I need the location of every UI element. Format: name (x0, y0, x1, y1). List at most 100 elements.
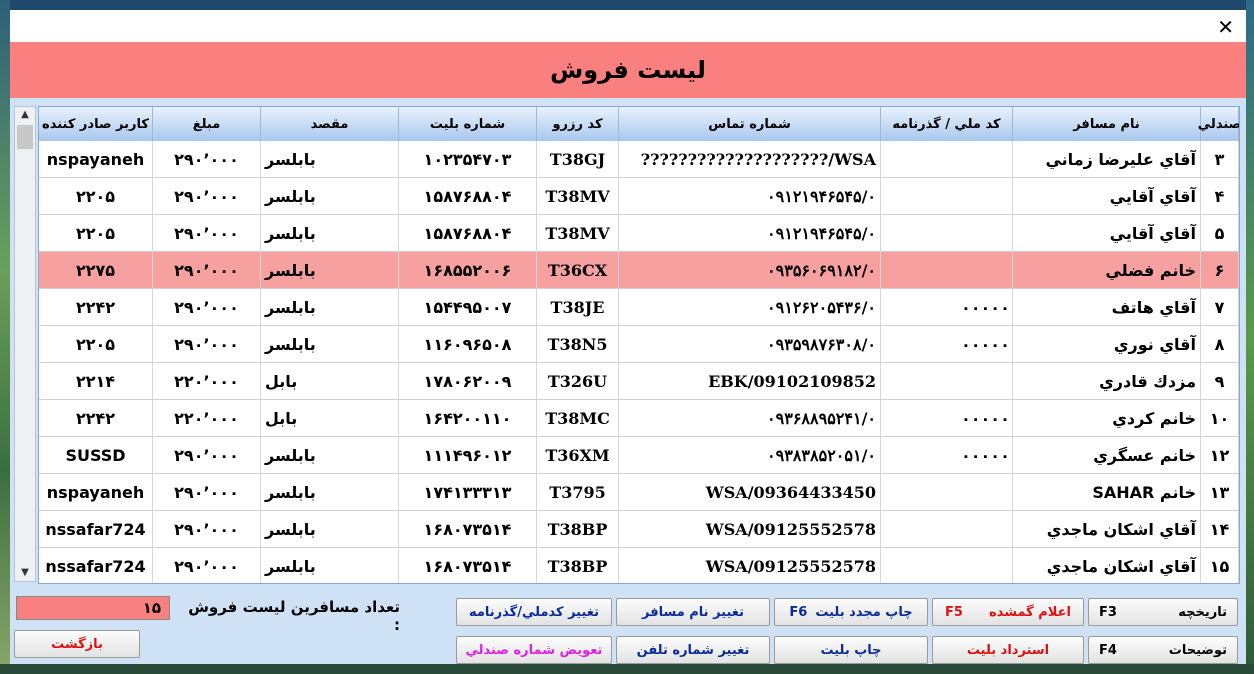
row-seat: ۱۴ (1201, 511, 1239, 547)
row-destination: بابلسر (261, 511, 399, 547)
table-row[interactable]: ۲۲۱۴ ۲۲۰٬۰۰۰ بابل ۱۷۸۰۶۲۰۰۹ T326U EBK/0910210… (39, 363, 1239, 400)
row-seat: ۱۰ (1201, 400, 1239, 436)
row-ticket-number: ۱۵۸۷۶۸۸۰۴ (399, 178, 537, 214)
row-reservation-code: T38MV (537, 178, 619, 214)
row-reservation-code: T38BP (537, 548, 619, 583)
col-header-seat[interactable]: صندلي (1198, 107, 1239, 141)
row-amount: ۲۲۰٬۰۰۰ (153, 363, 261, 399)
row-national-id: ۰۰۰۰۰ (881, 289, 1013, 325)
row-issuer: nssafar724 (39, 548, 153, 583)
row-ticket-number: ۱۱۱۴۹۶۰۱۲ (399, 437, 537, 473)
row-ticket-number: ۱۶۸۰۷۳۵۱۴ (399, 548, 537, 583)
row-national-id (881, 252, 1013, 288)
change-name-button[interactable]: تغيير نام مسافر (616, 598, 770, 626)
table-row[interactable]: SUSSD ۲۹۰٬۰۰۰ بابلسر ۱۱۱۴۹۶۰۱۲ T36XM ۰۹۳۸۳۸۵۲… (39, 437, 1239, 474)
table-row[interactable]: nssafar724 ۲۹۰٬۰۰۰ بابلسر ۱۶۸۰۷۳۵۱۴ T38BP WSA… (39, 511, 1239, 548)
row-issuer: ۲۲۷۵ (39, 252, 153, 288)
change-national-id-button[interactable]: تغيير کدملي/گذرنامه (456, 598, 612, 626)
col-header-national-id[interactable]: کد ملي / گذرنامه (881, 107, 1013, 141)
table-row[interactable]: ۲۲۰۵ ۲۹۰٬۰۰۰ بابلسر ۱۱۶۰۹۶۵۰۸ T38N5 ۰۹۳۵۹۸۷۶۳… (39, 326, 1239, 363)
row-ticket-number: ۱۶۸۵۵۲۰۰۶ (399, 252, 537, 288)
row-destination: بابلسر (261, 252, 399, 288)
back-button[interactable]: بازگشت (14, 630, 140, 658)
row-reservation-code: T38BP (537, 511, 619, 547)
row-issuer: ۲۲۴۲ (39, 400, 153, 436)
scroll-up-icon[interactable]: ▲ (15, 107, 35, 123)
reprint-ticket-button[interactable]: چاپ مجدد بليت F6 (774, 598, 928, 626)
row-national-id (881, 215, 1013, 251)
refund-ticket-button[interactable]: استرداد بليت (932, 636, 1084, 664)
row-phone: WSA/09125552578 (619, 548, 881, 583)
scroll-thumb[interactable] (17, 125, 33, 149)
row-reservation-code: T38JE (537, 289, 619, 325)
row-destination: بابلسر (261, 326, 399, 362)
row-passenger-name: مزدك قادري (1013, 363, 1201, 399)
col-header-destination[interactable]: مقصد (261, 107, 399, 141)
table-row[interactable]: ۲۲۷۵ ۲۹۰٬۰۰۰ بابلسر ۱۶۸۵۵۲۰۰۶ T36CX ۰۹۳۵۶۰۶۹۱… (39, 252, 1239, 289)
row-national-id (881, 141, 1013, 177)
table-header: کاربر صادر کننده مبلغ مقصد شماره بليت کد… (39, 107, 1239, 141)
row-ticket-number: ۱۵۸۷۶۸۸۰۴ (399, 215, 537, 251)
table-row[interactable]: nspayaneh ۲۹۰٬۰۰۰ بابلسر ۱۰۲۳۵۴۷۰۳ T38GJ????… (39, 141, 1239, 178)
row-amount: ۲۹۰٬۰۰۰ (153, 511, 261, 547)
row-amount: ۲۹۰٬۰۰۰ (153, 548, 261, 583)
row-national-id (881, 548, 1013, 583)
row-issuer: ۲۲۱۴ (39, 363, 153, 399)
row-issuer: ۲۲۰۵ (39, 215, 153, 251)
row-destination: بابلسر (261, 141, 399, 177)
row-national-id: ۰۰۰۰۰ (881, 400, 1013, 436)
title-banner: ليست فروش (10, 42, 1246, 98)
row-passenger-name: آقاي هاتف (1013, 289, 1201, 325)
row-amount: ۲۲۰٬۰۰۰ (153, 400, 261, 436)
print-ticket-button[interactable]: چاپ بليت (774, 636, 928, 664)
table-row[interactable]: nssafar724 ۲۹۰٬۰۰۰ بابلسر ۱۶۸۰۷۳۵۱۴ T38BP WSA… (39, 548, 1239, 583)
report-lost-button[interactable]: اعلام گمشده F5 (932, 598, 1084, 626)
col-header-name[interactable]: نام مسافر (1013, 107, 1201, 141)
row-passenger-name: آقاي اشكان ماجدي (1013, 511, 1201, 547)
table-row[interactable]: nspayaneh ۲۹۰٬۰۰۰ بابلسر ۱۷۴۱۳۳۳۱۳ T3795 WSA/… (39, 474, 1239, 511)
change-phone-button[interactable]: تغيير شماره تلفن (616, 636, 770, 664)
row-amount: ۲۹۰٬۰۰۰ (153, 474, 261, 510)
vertical-scrollbar[interactable]: ▲ ▼ (14, 106, 36, 582)
row-passenger-name: آقاي نوري (1013, 326, 1201, 362)
row-ticket-number: ۱۱۶۰۹۶۵۰۸ (399, 326, 537, 362)
col-header-reservation[interactable]: کد رزرو (537, 107, 619, 141)
row-reservation-code: T326U (537, 363, 619, 399)
row-ticket-number: ۱۶۴۲۰۰۱۱۰ (399, 400, 537, 436)
row-seat: ۶ (1201, 252, 1239, 288)
row-national-id: ۰۰۰۰۰ (881, 326, 1013, 362)
table-row[interactable]: ۲۲۰۵ ۲۹۰٬۰۰۰ بابلسر ۱۵۸۷۶۸۸۰۴ T38MV ۰۹۱۲۱۹۴۶۵… (39, 178, 1239, 215)
row-phone: WSA/09364433450 (619, 474, 881, 510)
scroll-down-icon[interactable]: ▼ (15, 565, 35, 581)
close-icon[interactable]: ✕ (1217, 15, 1234, 39)
report-lost-label: اعلام گمشده (989, 604, 1071, 620)
row-destination: بابلسر (261, 215, 399, 251)
swap-seat-button[interactable]: تعويض شماره صندلي (456, 636, 612, 664)
col-header-issuer[interactable]: کاربر صادر کننده (39, 107, 153, 141)
col-header-ticket[interactable]: شماره بليت (399, 107, 537, 141)
row-issuer: ۲۲۰۵ (39, 326, 153, 362)
row-phone: ????????????????????/WSA (619, 141, 881, 177)
row-amount: ۲۹۰٬۰۰۰ (153, 252, 261, 288)
row-phone: WSA/09125552578 (619, 511, 881, 547)
table-row[interactable]: ۲۲۴۲ ۲۲۰٬۰۰۰ بابل ۱۶۴۲۰۰۱۱۰ T38MC ۰۹۳۶۸۸۹۵۲۴۱… (39, 400, 1239, 437)
history-button[interactable]: تاريخچه F3 (1088, 598, 1238, 626)
page-title: ليست فروش (550, 56, 706, 84)
notes-label: توضيحات (1168, 642, 1227, 658)
row-phone: ۰۹۱۲۱۹۴۶۵۴۵/۰ (619, 178, 881, 214)
row-seat: ۹ (1201, 363, 1239, 399)
passenger-count-field[interactable]: ۱۵ (16, 596, 170, 620)
row-reservation-code: T36CX (537, 252, 619, 288)
table-row[interactable]: ۲۲۰۵ ۲۹۰٬۰۰۰ بابلسر ۱۵۸۷۶۸۸۰۴ T38MV ۰۹۱۲۱۹۴۶۵… (39, 215, 1239, 252)
col-header-phone[interactable]: شماره تماس (619, 107, 881, 141)
row-amount: ۲۹۰٬۰۰۰ (153, 326, 261, 362)
notes-button[interactable]: توضيحات F4 (1088, 636, 1238, 664)
col-header-amount[interactable]: مبلغ (153, 107, 261, 141)
row-seat: ۴ (1201, 178, 1239, 214)
row-destination: بابل (261, 363, 399, 399)
row-national-id (881, 178, 1013, 214)
row-passenger-name: خانم SAHAR (1013, 474, 1201, 510)
row-issuer: ۲۲۴۲ (39, 289, 153, 325)
table-body: nspayaneh ۲۹۰٬۰۰۰ بابلسر ۱۰۲۳۵۴۷۰۳ T38GJ????… (39, 141, 1239, 583)
table-row[interactable]: ۲۲۴۲ ۲۹۰٬۰۰۰ بابلسر ۱۵۴۴۹۵۰۰۷ T38JE ۰۹۱۲۶۲۰۵۴… (39, 289, 1239, 326)
